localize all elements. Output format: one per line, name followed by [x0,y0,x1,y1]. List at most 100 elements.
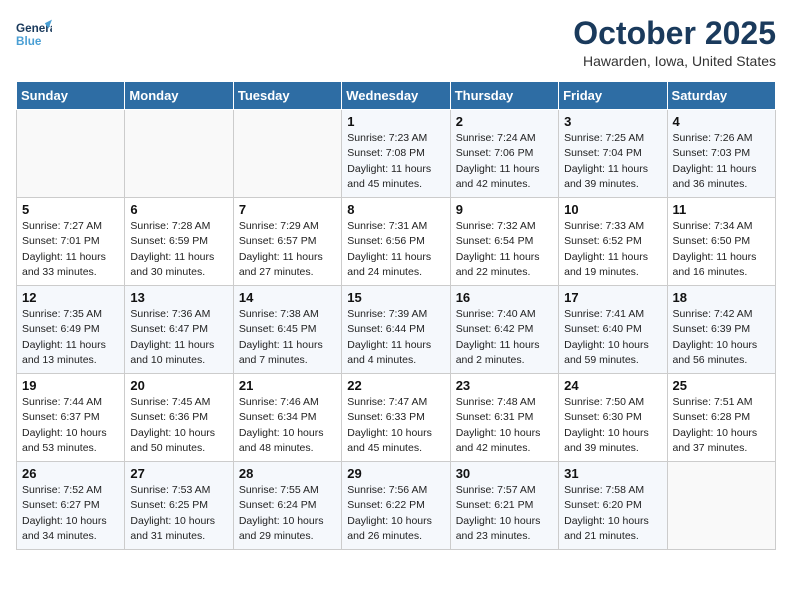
day-info: Sunrise: 7:53 AM Sunset: 6:25 PM Dayligh… [130,483,227,544]
week-row-4: 19 Sunrise: 7:44 AM Sunset: 6:37 PM Dayli… [17,374,776,462]
day-number: 22 [347,378,444,393]
svg-text:Blue: Blue [16,35,42,48]
cell-w1-d1: 6Sunrise: 7:28 AM Sunset: 6:59 PM Daylig… [125,198,233,286]
day-info: Sunrise: 7:26 AM Sunset: 7:03 PM Dayligh… [673,131,770,192]
day-info: Sunrise: 7:34 AM Sunset: 6:50 PM Dayligh… [673,219,770,280]
week-row-1: 1Sunrise: 7:23 AM Sunset: 7:08 PM Daylig… [17,110,776,198]
cell-w3-d2: 21 Sunrise: 7:46 AM Sunset: 6:34 PM Dayli… [233,374,341,462]
day-info: Sunrise: 7:41 AM Sunset: 6:40 PM Dayligh… [564,307,661,368]
col-wednesday: Wednesday [342,82,450,110]
day-number: 2 [456,114,553,129]
cell-w2-d3: 15Sunrise: 7:39 AM Sunset: 6:44 PM Dayli… [342,286,450,374]
header: General Blue October 2025 Hawarden, Iowa… [16,16,776,69]
cell-w0-d2 [233,110,341,198]
day-number: 9 [456,202,553,217]
day-number: 30 [456,466,553,481]
day-info: Sunrise: 7:40 AM Sunset: 6:42 PM Dayligh… [456,307,553,368]
title-block: October 2025 Hawarden, Iowa, United Stat… [573,16,776,69]
page-container: General Blue October 2025 Hawarden, Iowa… [0,0,792,558]
calendar-table: Sunday Monday Tuesday Wednesday Thursday… [16,81,776,550]
week-row-3: 12 Sunrise: 7:35 AM Sunset: 6:49 PM Dayli… [17,286,776,374]
cell-w4-d3: 29 Sunrise: 7:56 AM Sunset: 6:22 PM Dayli… [342,462,450,550]
day-info: Sunrise: 7:48 AM Sunset: 6:31 PM Dayligh… [456,395,553,456]
col-tuesday: Tuesday [233,82,341,110]
col-saturday: Saturday [667,82,775,110]
day-info: Sunrise: 7:24 AM Sunset: 7:06 PM Dayligh… [456,131,553,192]
cell-w1-d6: 11Sunrise: 7:34 AM Sunset: 6:50 PM Dayli… [667,198,775,286]
cell-w4-d4: 30 Sunrise: 7:57 AM Sunset: 6:21 PM Dayli… [450,462,558,550]
day-info: Sunrise: 7:36 AM Sunset: 6:47 PM Dayligh… [130,307,227,368]
cell-w3-d5: 24 Sunrise: 7:50 AM Sunset: 6:30 PM Dayli… [559,374,667,462]
day-info: Sunrise: 7:58 AM Sunset: 6:20 PM Dayligh… [564,483,661,544]
day-info: Sunrise: 7:46 AM Sunset: 6:34 PM Dayligh… [239,395,336,456]
cell-w3-d3: 22 Sunrise: 7:47 AM Sunset: 6:33 PM Dayli… [342,374,450,462]
logo: General Blue [16,16,52,52]
cell-w1-d3: 8 Sunrise: 7:31 AM Sunset: 6:56 PM Daylig… [342,198,450,286]
cell-w3-d4: 23 Sunrise: 7:48 AM Sunset: 6:31 PM Dayli… [450,374,558,462]
day-info: Sunrise: 7:44 AM Sunset: 6:37 PM Dayligh… [22,395,119,456]
day-number: 24 [564,378,661,393]
day-info: Sunrise: 7:38 AM Sunset: 6:45 PM Dayligh… [239,307,336,368]
day-number: 6 [130,202,227,217]
day-number: 15 [347,290,444,305]
day-info: Sunrise: 7:50 AM Sunset: 6:30 PM Dayligh… [564,395,661,456]
cell-w0-d4: 2 Sunrise: 7:24 AM Sunset: 7:06 PM Daylig… [450,110,558,198]
day-number: 27 [130,466,227,481]
cell-w0-d5: 3 Sunrise: 7:25 AM Sunset: 7:04 PM Daylig… [559,110,667,198]
day-info: Sunrise: 7:33 AM Sunset: 6:52 PM Dayligh… [564,219,661,280]
day-number: 16 [456,290,553,305]
day-number: 26 [22,466,119,481]
day-number: 21 [239,378,336,393]
day-info: Sunrise: 7:56 AM Sunset: 6:22 PM Dayligh… [347,483,444,544]
cell-w0-d6: 4Sunrise: 7:26 AM Sunset: 7:03 PM Daylig… [667,110,775,198]
cell-w1-d2: 7 Sunrise: 7:29 AM Sunset: 6:57 PM Daylig… [233,198,341,286]
week-row-2: 5Sunrise: 7:27 AM Sunset: 7:01 PM Daylig… [17,198,776,286]
day-number: 23 [456,378,553,393]
week-row-5: 26 Sunrise: 7:52 AM Sunset: 6:27 PM Dayli… [17,462,776,550]
day-info: Sunrise: 7:51 AM Sunset: 6:28 PM Dayligh… [673,395,770,456]
day-number: 29 [347,466,444,481]
cell-w2-d5: 17Sunrise: 7:41 AM Sunset: 6:40 PM Dayli… [559,286,667,374]
cell-w1-d5: 10 Sunrise: 7:33 AM Sunset: 6:52 PM Dayli… [559,198,667,286]
cell-w0-d3: 1Sunrise: 7:23 AM Sunset: 7:08 PM Daylig… [342,110,450,198]
day-number: 13 [130,290,227,305]
cell-w3-d0: 19 Sunrise: 7:44 AM Sunset: 6:37 PM Dayli… [17,374,125,462]
day-number: 14 [239,290,336,305]
cell-w4-d2: 28 Sunrise: 7:55 AM Sunset: 6:24 PM Dayli… [233,462,341,550]
cell-w2-d6: 18Sunrise: 7:42 AM Sunset: 6:39 PM Dayli… [667,286,775,374]
month-title: October 2025 [573,16,776,51]
day-number: 31 [564,466,661,481]
day-info: Sunrise: 7:23 AM Sunset: 7:08 PM Dayligh… [347,131,444,192]
day-number: 19 [22,378,119,393]
cell-w3-d6: 25 Sunrise: 7:51 AM Sunset: 6:28 PM Dayli… [667,374,775,462]
day-info: Sunrise: 7:55 AM Sunset: 6:24 PM Dayligh… [239,483,336,544]
day-number: 20 [130,378,227,393]
day-number: 12 [22,290,119,305]
day-info: Sunrise: 7:52 AM Sunset: 6:27 PM Dayligh… [22,483,119,544]
day-number: 28 [239,466,336,481]
day-info: Sunrise: 7:25 AM Sunset: 7:04 PM Dayligh… [564,131,661,192]
day-info: Sunrise: 7:57 AM Sunset: 6:21 PM Dayligh… [456,483,553,544]
day-number: 3 [564,114,661,129]
day-number: 25 [673,378,770,393]
col-sunday: Sunday [17,82,125,110]
col-friday: Friday [559,82,667,110]
day-number: 10 [564,202,661,217]
day-info: Sunrise: 7:31 AM Sunset: 6:56 PM Dayligh… [347,219,444,280]
day-number: 7 [239,202,336,217]
day-info: Sunrise: 7:45 AM Sunset: 6:36 PM Dayligh… [130,395,227,456]
day-info: Sunrise: 7:47 AM Sunset: 6:33 PM Dayligh… [347,395,444,456]
col-monday: Monday [125,82,233,110]
calendar-body: 1Sunrise: 7:23 AM Sunset: 7:08 PM Daylig… [17,110,776,550]
cell-w4-d6 [667,462,775,550]
day-info: Sunrise: 7:35 AM Sunset: 6:49 PM Dayligh… [22,307,119,368]
day-number: 8 [347,202,444,217]
cell-w1-d0: 5Sunrise: 7:27 AM Sunset: 7:01 PM Daylig… [17,198,125,286]
day-number: 18 [673,290,770,305]
cell-w0-d0 [17,110,125,198]
day-info: Sunrise: 7:27 AM Sunset: 7:01 PM Dayligh… [22,219,119,280]
cell-w4-d1: 27 Sunrise: 7:53 AM Sunset: 6:25 PM Dayli… [125,462,233,550]
cell-w2-d4: 16 Sunrise: 7:40 AM Sunset: 6:42 PM Dayli… [450,286,558,374]
location: Hawarden, Iowa, United States [573,53,776,69]
day-info: Sunrise: 7:29 AM Sunset: 6:57 PM Dayligh… [239,219,336,280]
